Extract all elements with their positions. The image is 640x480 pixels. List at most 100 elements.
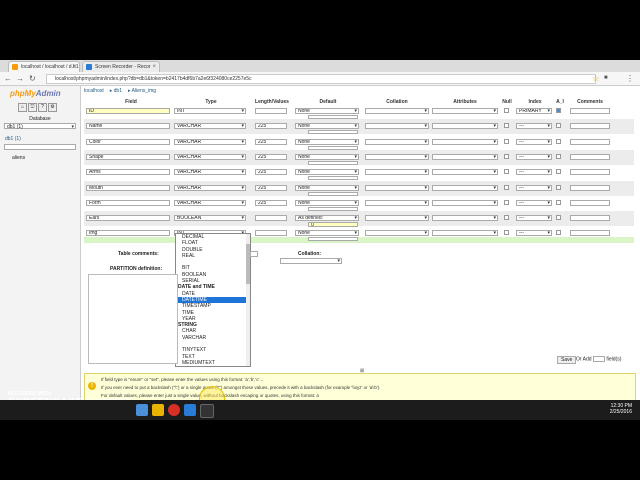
- column-ai-checkbox[interactable]: [556, 184, 561, 190]
- docs-icon[interactable]: ?: [38, 103, 47, 112]
- column-ai-checkbox[interactable]: [556, 230, 561, 236]
- browser-tab-recorder[interactable]: Screen Recorder - Recor ×: [82, 61, 160, 72]
- column-length-input[interactable]: 225: [255, 169, 287, 176]
- db-link[interactable]: db1 (1): [5, 136, 21, 142]
- column-collation-select[interactable]: [365, 215, 429, 222]
- column-type-select[interactable]: VARCHAR: [174, 138, 246, 145]
- column-attributes-select[interactable]: [432, 108, 498, 114]
- column-index-select[interactable]: ---: [516, 184, 552, 191]
- extension-icon[interactable]: ■: [604, 74, 608, 83]
- column-name-input[interactable]: Img: [86, 230, 170, 237]
- table-collation-select[interactable]: [280, 258, 342, 264]
- browser-tab-phpmyadmin[interactable]: localhost / localhost / d.b1 ×: [8, 61, 80, 72]
- app-icon[interactable]: [200, 404, 214, 418]
- column-collation-select[interactable]: [365, 199, 429, 206]
- column-comments-input[interactable]: [570, 184, 610, 191]
- column-default-select[interactable]: None: [295, 169, 359, 176]
- column-name-input[interactable]: Shape: [86, 153, 170, 160]
- column-default-select[interactable]: As defined:: [295, 215, 359, 222]
- column-name-input[interactable]: Arms: [86, 169, 170, 176]
- column-collation-select[interactable]: [365, 138, 429, 145]
- column-default-select[interactable]: None: [295, 199, 359, 206]
- database-select[interactable]: db1 (1): [4, 123, 76, 130]
- store-icon[interactable]: [184, 404, 196, 416]
- column-default-select[interactable]: None: [295, 123, 359, 130]
- column-type-select[interactable]: VARCHAR: [174, 199, 246, 206]
- column-null-checkbox[interactable]: [504, 138, 509, 144]
- task-view-icon[interactable]: [136, 404, 148, 416]
- column-length-input[interactable]: 225: [255, 138, 287, 145]
- type-option[interactable]: MEDIUMTEXT: [176, 360, 250, 366]
- column-collation-select[interactable]: [365, 153, 429, 160]
- table-filter-input[interactable]: [4, 144, 76, 150]
- column-null-checkbox[interactable]: [504, 199, 509, 205]
- column-ai-checkbox[interactable]: [556, 123, 561, 129]
- column-comments-input[interactable]: [570, 108, 610, 114]
- breadcrumb-server[interactable]: localhost: [84, 88, 104, 94]
- column-ai-checkbox[interactable]: [556, 153, 561, 159]
- column-comments-input[interactable]: [570, 138, 610, 145]
- column-collation-select[interactable]: [365, 108, 429, 114]
- column-type-select[interactable]: VARCHAR: [174, 153, 246, 160]
- column-name-input[interactable]: ID: [86, 108, 170, 114]
- column-default-select[interactable]: None: [295, 108, 359, 114]
- menu-icon[interactable]: ⋮: [626, 74, 634, 83]
- column-index-select[interactable]: ---: [516, 169, 552, 176]
- column-type-select[interactable]: BOOLEAN: [174, 215, 246, 222]
- table-link-aliens[interactable]: aliens: [12, 155, 25, 161]
- partition-box[interactable]: [88, 274, 178, 364]
- column-name-input[interactable]: Mouth: [86, 184, 170, 191]
- column-attributes-select[interactable]: [432, 199, 498, 206]
- close-tab-icon[interactable]: ×: [72, 62, 76, 72]
- column-attributes-select[interactable]: [432, 230, 498, 237]
- column-attributes-select[interactable]: [432, 184, 498, 191]
- column-comments-input[interactable]: [570, 230, 610, 237]
- column-attributes-select[interactable]: [432, 123, 498, 130]
- add-fields-count-input[interactable]: [592, 356, 605, 362]
- settings-icon[interactable]: ⚙: [48, 103, 57, 112]
- column-length-input[interactable]: 225: [255, 123, 287, 130]
- column-comments-input[interactable]: [570, 169, 610, 176]
- column-index-select[interactable]: PRIMARY: [516, 108, 552, 114]
- column-collation-select[interactable]: [365, 230, 429, 237]
- system-clock[interactable]: 12:30 PM 2/25/2016: [610, 403, 632, 415]
- column-attributes-select[interactable]: [432, 215, 498, 222]
- column-collation-select[interactable]: [365, 184, 429, 191]
- column-name-input[interactable]: Color: [86, 138, 170, 145]
- home-icon[interactable]: ⌂: [18, 103, 27, 112]
- logout-icon[interactable]: ⎋: [28, 103, 37, 112]
- column-attributes-select[interactable]: [432, 169, 498, 176]
- back-icon[interactable]: ←: [4, 74, 12, 83]
- column-index-select[interactable]: ---: [516, 199, 552, 206]
- column-null-checkbox[interactable]: [504, 169, 509, 175]
- column-comments-input[interactable]: [570, 123, 610, 130]
- dropdown-scroll-thumb[interactable]: [246, 244, 250, 284]
- column-collation-select[interactable]: [365, 123, 429, 130]
- column-default-select[interactable]: None: [295, 153, 359, 160]
- column-ai-checkbox[interactable]: [556, 215, 561, 221]
- column-name-input[interactable]: Form: [86, 199, 170, 206]
- column-index-select[interactable]: ---: [516, 215, 552, 222]
- default-value-input[interactable]: 0: [308, 222, 358, 228]
- url-input[interactable]: localhost/phpmyadmin/index.php?db=db1&to…: [46, 74, 596, 84]
- column-null-checkbox[interactable]: [504, 230, 509, 236]
- column-attributes-select[interactable]: [432, 138, 498, 145]
- column-name-input[interactable]: Ears: [86, 215, 170, 222]
- table-comments-input[interactable]: [250, 251, 258, 257]
- column-comments-input[interactable]: [570, 215, 610, 222]
- column-default-select[interactable]: None: [295, 138, 359, 145]
- column-length-input[interactable]: 225: [255, 199, 287, 206]
- column-type-select[interactable]: VARCHAR: [174, 123, 246, 130]
- column-null-checkbox[interactable]: [504, 123, 509, 129]
- column-null-checkbox[interactable]: [504, 184, 509, 190]
- close-tab-icon[interactable]: ×: [152, 62, 156, 72]
- column-ai-checkbox[interactable]: [556, 138, 561, 144]
- column-type-select[interactable]: VARCHAR: [174, 169, 246, 176]
- column-index-select[interactable]: ---: [516, 123, 552, 130]
- file-explorer-icon[interactable]: [152, 404, 164, 416]
- chrome-icon[interactable]: [168, 404, 180, 416]
- column-default-value-input[interactable]: [308, 237, 358, 242]
- column-ai-checkbox[interactable]: [556, 169, 561, 175]
- bookmark-star-icon[interactable]: ☆: [592, 74, 599, 83]
- column-ai-checkbox[interactable]: [556, 108, 561, 113]
